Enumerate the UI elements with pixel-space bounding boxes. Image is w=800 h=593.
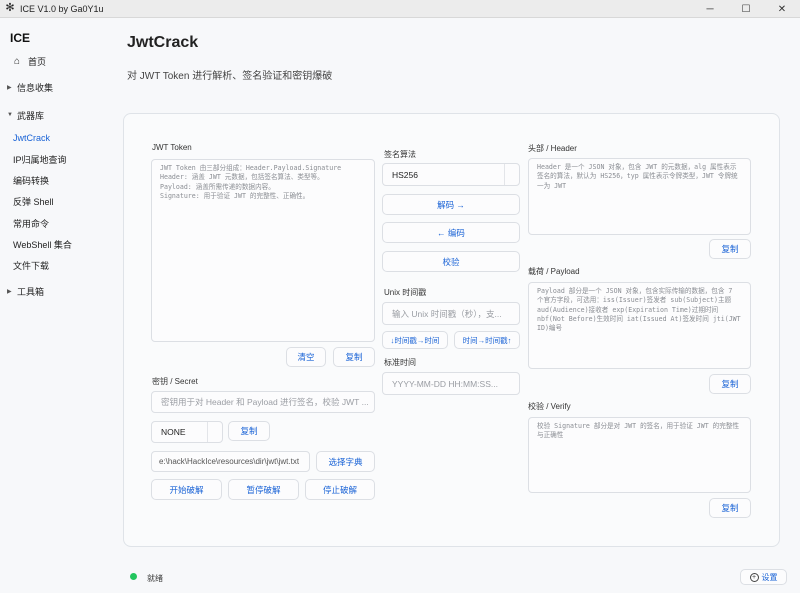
- close-button[interactable]: ✕: [764, 0, 800, 18]
- chevron-down-icon: ▼: [7, 112, 13, 118]
- copy-header-button[interactable]: 复制: [709, 239, 751, 259]
- secret-mode-value: NONE: [161, 427, 186, 437]
- minimize-button[interactable]: ─: [692, 0, 728, 18]
- sidebar-item-label: JwtCrack: [13, 133, 51, 143]
- sidebar-item-label: WebShell 集合: [13, 239, 72, 250]
- sidebar-item-label: 编码转换: [13, 175, 50, 186]
- sidebar-item-label: IP归属地查询: [13, 154, 67, 165]
- sidebar-item-label: 文件下载: [13, 260, 50, 271]
- window-title: ICE V1.0 by Ga0Y1u: [20, 3, 104, 14]
- sidebar-item-label: 反弹 Shell: [13, 196, 54, 207]
- sidebar-item-ip-lookup[interactable]: IP归属地查询: [0, 149, 104, 169]
- pause-crack-button[interactable]: 暂停破解: [228, 479, 299, 500]
- snowflake-icon: ✻: [5, 2, 15, 14]
- secret-label: 密钥 / Secret: [152, 377, 198, 386]
- payload-label: 载荷 / Payload: [528, 267, 580, 276]
- secret-mode-select[interactable]: NONE: [151, 421, 223, 443]
- time-to-timestamp-button[interactable]: 时间→时间戳↑: [454, 331, 520, 349]
- chevron-right-icon: ▶: [7, 288, 12, 295]
- sidebar-item-label: 武器库: [17, 110, 45, 121]
- algorithm-label: 签名算法: [384, 150, 416, 159]
- sidebar-item-label: 首页: [28, 56, 47, 67]
- header-output[interactable]: Header 是一个 JSON 对象，包含 JWT 的元数据，alg 属性表示签…: [528, 158, 751, 235]
- copy-secret-button[interactable]: 复制: [228, 421, 270, 441]
- settings-label: 设置: [761, 572, 778, 582]
- sidebar-item-label: 工具箱: [17, 286, 45, 297]
- verify-button[interactable]: 校验: [382, 251, 520, 272]
- jwt-token-label: JWT Token: [152, 143, 192, 152]
- stop-crack-button[interactable]: 停止破解: [305, 479, 375, 500]
- sidebar: ICE ⌂ 首页 ▶ 信息收集 ▼ 武器库 JwtCrack IP归属地查询 编…: [0, 18, 104, 593]
- clear-button[interactable]: 清空: [286, 347, 326, 367]
- dropdown-toggle[interactable]: [504, 164, 519, 185]
- header-label: 头部 / Header: [528, 144, 577, 153]
- choose-dictionary-button[interactable]: 选择字典: [316, 451, 375, 472]
- dictionary-path-input[interactable]: e:\hack\HackIce\resources\dir\jwt\jwt.tx…: [151, 451, 310, 472]
- sidebar-item-common-commands[interactable]: 常用命令: [0, 213, 104, 233]
- sidebar-item-toolbox[interactable]: ▶ 工具箱: [0, 281, 104, 301]
- plus-circle-icon: +: [749, 572, 759, 582]
- app-brand: ICE: [10, 31, 31, 45]
- settings-button[interactable]: + 设置: [740, 569, 787, 585]
- sidebar-item-webshell[interactable]: WebShell 集合: [0, 234, 104, 254]
- home-icon: ⌂: [14, 55, 21, 67]
- copy-payload-button[interactable]: 复制: [709, 374, 751, 394]
- encode-button[interactable]: ← 编码: [382, 222, 520, 243]
- sidebar-item-home[interactable]: ⌂ 首页: [0, 51, 104, 71]
- sidebar-item-jwtcrack[interactable]: JwtCrack: [0, 128, 104, 148]
- algorithm-value: HS256: [392, 169, 418, 180]
- secret-input[interactable]: 密钥用于对 Header 和 Payload 进行签名，校验 JWT ...: [151, 391, 375, 413]
- chevron-right-icon: ▶: [7, 84, 12, 91]
- decode-button[interactable]: 解码 →: [382, 194, 520, 215]
- unix-timestamp-input[interactable]: 输入 Unix 时间戳（秒），支...: [382, 302, 520, 325]
- dropdown-toggle[interactable]: [207, 422, 222, 442]
- verify-output[interactable]: 校验 Signature 部分是对 JWT 的签名，用于验证 JWT 的完整性与…: [528, 417, 751, 493]
- timestamp-to-time-button[interactable]: ↓时间戳→时间: [382, 331, 448, 349]
- status-indicator: [130, 573, 137, 580]
- sidebar-item-arsenal[interactable]: ▼ 武器库: [0, 105, 104, 125]
- window-controls: ─ ☐ ✕: [692, 0, 800, 18]
- start-crack-button[interactable]: 开始破解: [151, 479, 222, 500]
- sidebar-item-file-download[interactable]: 文件下载: [0, 255, 104, 275]
- sidebar-item-label: 常用命令: [13, 218, 50, 229]
- copy-jwt-button[interactable]: 复制: [333, 347, 375, 367]
- standard-time-input[interactable]: YYYY-MM-DD HH:MM:SS...: [382, 372, 520, 395]
- sidebar-item-encoding[interactable]: 编码转换: [0, 170, 104, 190]
- page-title: JwtCrack: [127, 34, 199, 51]
- copy-verify-button[interactable]: 复制: [709, 498, 751, 518]
- status-text: 就绪: [147, 574, 163, 583]
- sidebar-item-info-collect[interactable]: ▶ 信息收集: [0, 77, 104, 97]
- window-titlebar: ✻ ICE V1.0 by Ga0Y1u ─ ☐ ✕: [0, 0, 800, 18]
- verify-label: 校验 / Verify: [528, 402, 571, 411]
- maximize-button[interactable]: ☐: [728, 0, 764, 18]
- unix-timestamp-label: Unix 时间戳: [384, 288, 427, 297]
- algorithm-select[interactable]: HS256: [382, 163, 520, 186]
- payload-output[interactable]: Payload 部分是一个 JSON 对象，包含实际传输的数据，包含 7 个官方…: [528, 282, 751, 369]
- sidebar-item-label: 信息收集: [17, 82, 54, 93]
- page-subtitle: 对 JWT Token 进行解析、签名验证和密钥爆破: [127, 71, 333, 82]
- jwt-token-input[interactable]: JWT Token 由三部分组成：Header.Payload.Signatur…: [151, 159, 375, 342]
- standard-time-label: 标准时间: [384, 358, 416, 367]
- sidebar-item-reverse-shell[interactable]: 反弹 Shell: [0, 191, 104, 211]
